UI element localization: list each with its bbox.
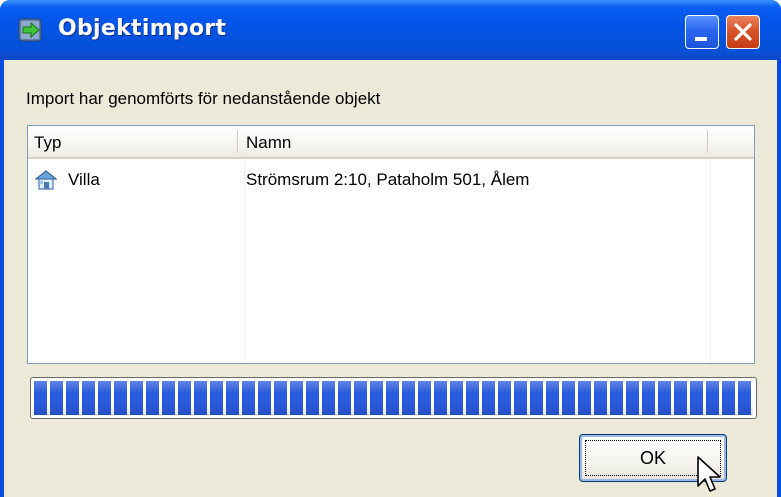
import-dialog-window: Objektimport Import har genomförts för n…: [0, 0, 781, 497]
column-header-namn[interactable]: Namn: [240, 126, 708, 157]
import-arrow-icon: [18, 18, 42, 42]
minimize-icon: [695, 37, 707, 41]
list-header: Typ Namn: [28, 126, 754, 159]
house-icon: [35, 170, 57, 190]
close-button[interactable]: [726, 15, 760, 49]
minimize-button[interactable]: [685, 15, 719, 49]
progress-track: [34, 381, 753, 415]
mouse-pointer-icon: [697, 456, 721, 492]
cell-namn: Strömsrum 2:10, Pataholm 501, Ålem: [246, 170, 530, 189]
import-status-message: Import har genomförts för nedanstående o…: [26, 89, 381, 108]
progress-fill: [34, 381, 753, 415]
import-progress-bar: [30, 377, 757, 419]
column-divider[interactable]: [707, 131, 709, 153]
column-header-typ[interactable]: Typ: [28, 126, 238, 157]
table-row[interactable]: Villa Strömsrum 2:10, Pataholm 501, Ålem: [28, 165, 754, 195]
window-title: Objektimport: [58, 16, 227, 41]
close-icon: [734, 23, 752, 41]
title-bar[interactable]: Objektimport: [0, 0, 781, 60]
cell-typ: Villa: [68, 170, 100, 189]
imported-objects-list[interactable]: Typ Namn Villa Strömsrum 2:10, Pataholm …: [27, 125, 755, 364]
column-divider[interactable]: [237, 131, 239, 153]
